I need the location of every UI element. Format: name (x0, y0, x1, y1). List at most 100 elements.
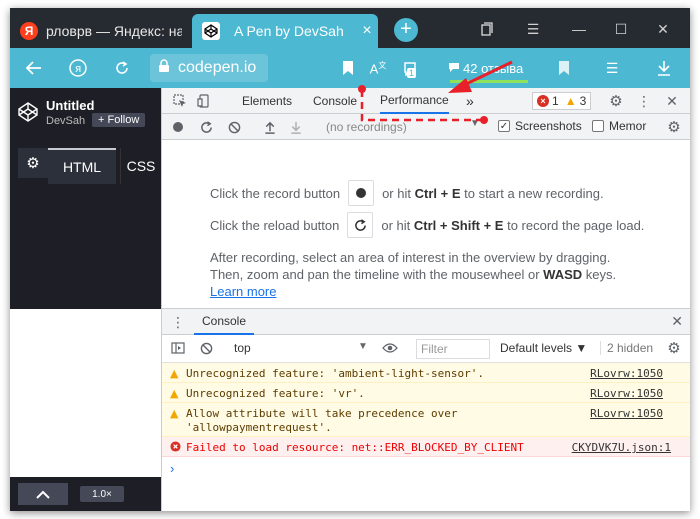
download-icon[interactable] (652, 56, 676, 80)
chevron-down-icon: ▼ (358, 341, 368, 352)
reload-instruction: Click the reload button or hit Ctrl + Sh… (210, 212, 644, 238)
console-prompt[interactable]: › (170, 461, 174, 476)
codepen-header: Untitled DevSah + Follow ⚙ HTML CSS (10, 88, 161, 309)
extension-badge: 1 (407, 68, 417, 78)
error-count: 1 (552, 94, 559, 108)
screenshots-label: Screenshots (515, 119, 582, 133)
reviews-button[interactable]: 42 отзыва (448, 56, 523, 80)
warning-count: 3 (579, 94, 587, 108)
close-icon[interactable]: ✕ (662, 91, 682, 111)
expand-up-button[interactable] (18, 483, 68, 505)
tab-title: рловрв — Яндекс: наш (46, 23, 182, 39)
address-bar: я codepen.io A文 1 42 отзыва ☰ (10, 48, 690, 88)
tab-console[interactable]: Console (313, 88, 357, 114)
memory-checkbox[interactable]: Memor (592, 119, 646, 133)
drawer-tab-console[interactable]: Console (194, 309, 254, 335)
yandex-icon[interactable]: я (66, 56, 90, 80)
window-close-icon[interactable]: ✕ (650, 16, 676, 42)
source-link[interactable]: RLovrw:1050 (590, 387, 663, 400)
menu-icon[interactable]: ☰ (520, 16, 546, 42)
translate-icon[interactable]: A文 (366, 56, 390, 80)
close-icon[interactable]: × (358, 22, 376, 40)
tab-yandex[interactable]: Я рловрв — Яндекс: наш (10, 14, 186, 48)
lock-icon (158, 58, 170, 78)
issues-counter[interactable]: × 1 ▲ 3 (532, 92, 592, 110)
reload-icon[interactable] (110, 56, 134, 80)
back-arrow-icon[interactable] (22, 56, 46, 80)
warning-icon: ▲ (170, 367, 179, 380)
tab-codepen[interactable]: A Pen by DevSah × (192, 14, 378, 48)
memory-label: Memor (609, 119, 647, 133)
svg-text:я: я (75, 62, 82, 75)
warning-icon: ▲ (564, 94, 577, 108)
settings-gear-icon[interactable]: ⚙ (18, 148, 48, 178)
screenshots-checkbox[interactable]: ✓ Screenshots (498, 119, 582, 133)
inspect-element-icon[interactable] (170, 91, 190, 111)
record-icon[interactable] (168, 117, 188, 137)
console-message-error[interactable]: Failed to load resource: net::ERR_BLOCKE… (162, 437, 690, 457)
minimize-icon[interactable]: — (566, 16, 592, 42)
reload-record-icon[interactable] (196, 117, 216, 137)
console-toolbar: top ▼ Filter Default levels ▼ 2 hidden ⚙ (162, 335, 690, 363)
follow-button[interactable]: + Follow (92, 113, 146, 127)
tab-elements[interactable]: Elements (242, 88, 292, 114)
settings-gear-icon[interactable]: ⚙ (664, 338, 684, 358)
log-levels-select[interactable]: Default levels ▼ (500, 341, 587, 355)
sidebar-toggle-icon[interactable] (168, 338, 188, 358)
more-tabs-icon[interactable]: » (466, 88, 474, 114)
drawer-tabbar: ⋮ Console ✕ (162, 309, 690, 335)
device-toggle-icon[interactable] (194, 91, 214, 111)
checkbox-checked-icon: ✓ (498, 120, 510, 132)
tab-title: A Pen by DevSah (234, 23, 344, 39)
codepen-editor-area[interactable] (10, 309, 161, 477)
console-message-warning[interactable]: ▲ Unrecognized feature: 'vr'. RLovrw:105… (162, 383, 690, 403)
new-tab-button[interactable]: + (394, 18, 418, 42)
maximize-icon[interactable]: ☐ (608, 16, 634, 42)
more-options-icon[interactable]: ⋮ (634, 91, 654, 111)
reload-button[interactable] (347, 212, 374, 238)
bookmark-icon[interactable] (552, 56, 576, 80)
record-instruction: Click the record button or hit Ctrl + E … (210, 180, 604, 206)
download-icon[interactable] (286, 117, 306, 137)
checkbox-icon (592, 120, 604, 132)
pen-title[interactable]: Untitled (46, 98, 94, 113)
clear-console-icon[interactable] (196, 338, 216, 358)
zoom-level-button[interactable]: 1.0× (80, 486, 124, 502)
learn-more-link[interactable]: Learn more (210, 284, 276, 299)
pen-author[interactable]: DevSah (46, 115, 85, 127)
recordings-select[interactable]: (no recordings) (326, 118, 482, 136)
zoom-instruction: Then, zoom and pan the timeline with the… (210, 267, 617, 282)
source-link[interactable]: RLovrw:1050 (590, 407, 663, 420)
menu-icon[interactable]: ☰ (600, 56, 624, 80)
filter-input[interactable]: Filter (416, 339, 490, 359)
devtools-tabbar: Elements Console Performance » × 1 ▲ 3 ⚙… (162, 88, 690, 114)
settings-gear-icon[interactable]: ⚙ (664, 117, 684, 137)
codepen-favicon-icon (202, 22, 220, 40)
source-link[interactable]: RLovrw:1050 (590, 367, 663, 380)
clear-icon[interactable] (224, 117, 244, 137)
drag-instruction: After recording, select an area of inter… (210, 250, 611, 265)
tab-performance[interactable]: Performance (380, 88, 449, 114)
warning-icon: ▲ (170, 407, 179, 420)
settings-gear-icon[interactable]: ⚙ (606, 91, 626, 111)
error-icon: × (537, 95, 549, 107)
url-field[interactable]: codepen.io (150, 54, 268, 82)
tab-html[interactable]: HTML (48, 148, 116, 184)
performance-landing: Click the record button or hit Ctrl + E … (162, 140, 690, 308)
console-message-warning[interactable]: ▲ Allow attribute will take precedence o… (162, 403, 690, 437)
codepen-logo-icon[interactable] (18, 102, 38, 122)
codepen-footer: 1.0× (10, 477, 161, 511)
console-message-warning[interactable]: ▲ Unrecognized feature: 'ambient-light-s… (162, 363, 690, 383)
source-link[interactable]: CKYDVK7U.json:1 (572, 441, 671, 454)
browser-window: Я рловрв — Яндекс: наш A Pen by DevSah ×… (10, 8, 690, 511)
eye-icon[interactable] (380, 338, 400, 358)
record-button[interactable] (348, 180, 375, 206)
upload-icon[interactable] (260, 117, 280, 137)
bookmarks-icon[interactable] (474, 16, 500, 42)
reviews-text: 42 отзыва (463, 60, 524, 76)
tab-css[interactable]: CSS (120, 148, 161, 184)
context-select[interactable]: top (234, 341, 251, 355)
drawer-menu-icon[interactable]: ⋮ (168, 312, 188, 332)
close-icon[interactable]: ✕ (671, 313, 683, 330)
bookmark-flag-icon[interactable] (336, 56, 360, 80)
